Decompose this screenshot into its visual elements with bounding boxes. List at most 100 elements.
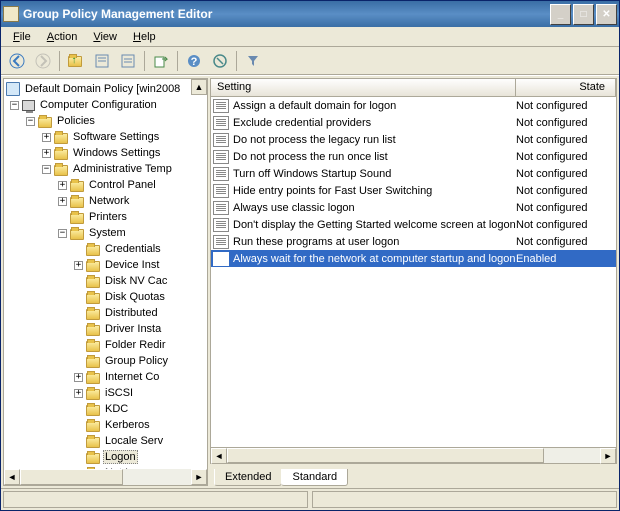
list-row[interactable]: Run these programs at user logonNot conf… bbox=[211, 233, 616, 250]
setting-icon bbox=[213, 235, 229, 249]
tree-internet-co[interactable]: +Internet Co bbox=[4, 369, 207, 385]
tree-credentials[interactable]: Credentials bbox=[4, 241, 207, 257]
tree-disk-nv[interactable]: Disk NV Cac bbox=[4, 273, 207, 289]
menu-action[interactable]: Action bbox=[39, 29, 86, 45]
tree-policies[interactable]: −Policies bbox=[4, 113, 207, 129]
details-pane: Setting State Assign a default domain fo… bbox=[210, 78, 617, 486]
folder-icon bbox=[70, 181, 84, 192]
list-row[interactable]: Always use classic logon Not configured bbox=[211, 199, 616, 216]
list-row[interactable]: Always wait for the network at computer … bbox=[211, 250, 616, 267]
setting-icon bbox=[213, 150, 229, 164]
list-button[interactable] bbox=[116, 49, 140, 73]
setting-icon bbox=[213, 252, 229, 266]
menu-file[interactable]: File bbox=[5, 29, 39, 45]
app-icon bbox=[3, 6, 19, 22]
setting-state: Not configured bbox=[516, 185, 616, 197]
list-row[interactable]: Do not process the run once list Not conf… bbox=[211, 148, 616, 165]
setting-name: Do not process the run once list bbox=[233, 151, 388, 163]
setting-icon bbox=[213, 201, 229, 215]
folder-icon bbox=[86, 389, 100, 400]
tree-device-inst[interactable]: +Device Inst bbox=[4, 257, 207, 273]
list-row[interactable]: Assign a default domain for logon Not con… bbox=[211, 97, 616, 114]
tree-windows-settings[interactable]: +Windows Settings bbox=[4, 145, 207, 161]
tree-disk-quotas[interactable]: Disk Quotas bbox=[4, 289, 207, 305]
column-state[interactable]: State bbox=[516, 79, 616, 96]
list-row[interactable]: Do not process the legacy run listNot co… bbox=[211, 131, 616, 148]
folder-icon bbox=[70, 197, 84, 208]
folder-icon bbox=[86, 373, 100, 384]
help-button[interactable]: ? bbox=[182, 49, 206, 73]
setting-state: Enabled bbox=[516, 253, 616, 265]
tree-distributed[interactable]: Distributed bbox=[4, 305, 207, 321]
setting-name: Always wait for the network at computer … bbox=[233, 253, 515, 265]
export-button[interactable] bbox=[149, 49, 173, 73]
settings-list: Setting State Assign a default domain fo… bbox=[210, 78, 617, 464]
tree-system[interactable]: −System bbox=[4, 225, 207, 241]
list-row[interactable]: Exclude credential providers Not configur… bbox=[211, 114, 616, 131]
folder-icon bbox=[86, 421, 100, 432]
tree-computer-config[interactable]: −Computer Configuration bbox=[4, 97, 207, 113]
tree-folder-redir[interactable]: Folder Redir bbox=[4, 337, 207, 353]
folder-icon bbox=[86, 293, 100, 304]
list-row[interactable]: Hide entry points for Fast User Switchin… bbox=[211, 182, 616, 199]
tree-root[interactable]: Default Domain Policy [win2008 bbox=[4, 81, 207, 97]
tree-control-panel[interactable]: +Control Panel bbox=[4, 177, 207, 193]
tree-locale-serv[interactable]: Locale Serv bbox=[4, 433, 207, 449]
column-setting[interactable]: Setting bbox=[211, 79, 516, 96]
tree-software-settings[interactable]: +Software Settings bbox=[4, 129, 207, 145]
gpo-icon bbox=[6, 82, 20, 96]
properties-button[interactable] bbox=[90, 49, 114, 73]
setting-state: Not configured bbox=[516, 151, 616, 163]
folder-icon bbox=[70, 213, 84, 224]
tree-printers[interactable]: Printers bbox=[4, 209, 207, 225]
setting-state: Not configured bbox=[516, 100, 616, 112]
tab-standard[interactable]: Standard bbox=[281, 469, 348, 486]
setting-name: Exclude credential providers bbox=[233, 117, 371, 129]
setting-icon bbox=[213, 99, 229, 113]
tree-scroll-up[interactable]: ▲ bbox=[191, 79, 207, 95]
maximize-button[interactable]: □ bbox=[573, 4, 594, 25]
setting-name: Always use classic logon bbox=[233, 202, 355, 214]
setting-state: Not configured bbox=[516, 202, 616, 214]
tab-extended[interactable]: Extended bbox=[214, 469, 282, 486]
menu-view[interactable]: View bbox=[85, 29, 125, 45]
tree-driver-inst[interactable]: Driver Insta bbox=[4, 321, 207, 337]
folder-icon bbox=[86, 261, 100, 272]
tree-kerberos[interactable]: Kerberos bbox=[4, 417, 207, 433]
setting-name: Don't display the Getting Started welcom… bbox=[233, 219, 516, 231]
minimize-button[interactable]: _ bbox=[550, 4, 571, 25]
nav-back-button[interactable] bbox=[5, 49, 29, 73]
tree-network[interactable]: +Network bbox=[4, 193, 207, 209]
list-scrollbar-h[interactable]: ◄ ► bbox=[211, 447, 616, 463]
menu-help[interactable]: Help bbox=[125, 29, 164, 45]
stop-button[interactable] bbox=[208, 49, 232, 73]
tree-iscsi[interactable]: +iSCSI bbox=[4, 385, 207, 401]
folder-icon bbox=[86, 405, 100, 416]
list-row[interactable]: Turn off Windows Startup SoundNot config… bbox=[211, 165, 616, 182]
tree-scrollbar-h[interactable]: ◄ ► bbox=[4, 469, 207, 485]
status-cell-1 bbox=[3, 491, 308, 508]
nav-forward-button[interactable] bbox=[31, 49, 55, 73]
up-button[interactable]: ↑ bbox=[64, 49, 88, 73]
filter-button[interactable] bbox=[241, 49, 265, 73]
tree-kdc[interactable]: KDC bbox=[4, 401, 207, 417]
list-row[interactable]: Don't display the Getting Started welcom… bbox=[211, 216, 616, 233]
tree-pane[interactable]: ▲ Default Domain Policy [win2008 −Comput… bbox=[3, 78, 208, 486]
folder-icon bbox=[86, 341, 100, 352]
setting-name: Assign a default domain for logon bbox=[233, 100, 396, 112]
tree-logon[interactable]: Logon bbox=[4, 449, 207, 465]
setting-state: Not configured bbox=[516, 236, 616, 248]
folder-icon bbox=[54, 133, 68, 144]
tree-group-policy[interactable]: Group Policy bbox=[4, 353, 207, 369]
close-button[interactable]: ✕ bbox=[596, 4, 617, 25]
window-title: Group Policy Management Editor bbox=[23, 7, 550, 21]
computer-icon bbox=[22, 100, 35, 111]
tree-admin-templates[interactable]: −Administrative Temp bbox=[4, 161, 207, 177]
setting-state: Not configured bbox=[516, 117, 616, 129]
folder-icon bbox=[38, 117, 52, 128]
folder-icon bbox=[86, 277, 100, 288]
titlebar[interactable]: Group Policy Management Editor _ □ ✕ bbox=[1, 1, 619, 27]
folder-icon bbox=[54, 149, 68, 160]
setting-state: Not configured bbox=[516, 168, 616, 180]
content-area: ▲ Default Domain Policy [win2008 −Comput… bbox=[1, 75, 619, 488]
